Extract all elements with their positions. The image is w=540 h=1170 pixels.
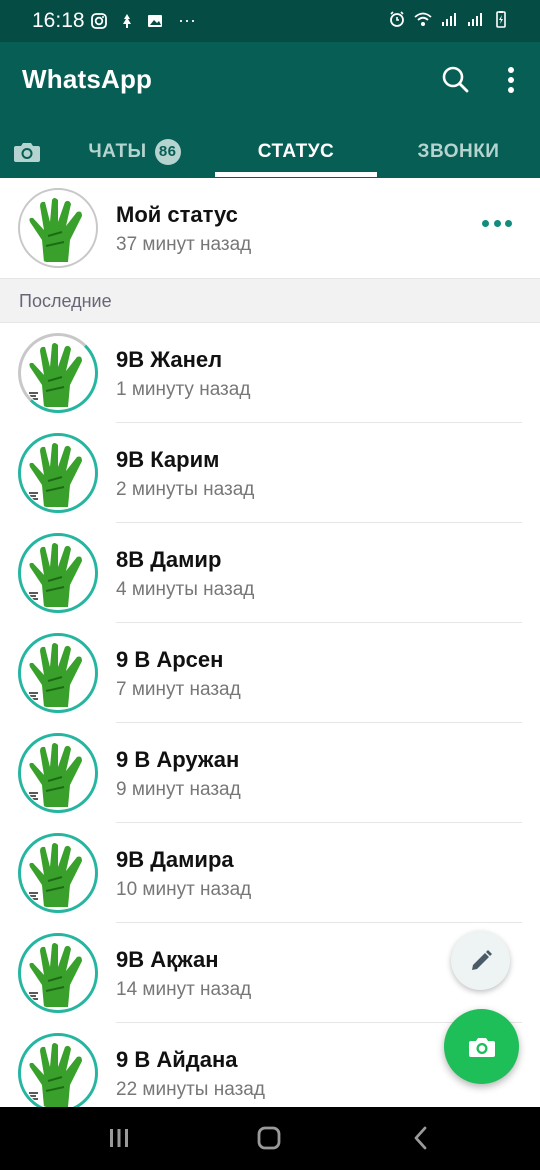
hand-thumbnail-icon xyxy=(22,437,94,509)
status-time: 14 минут назад xyxy=(116,979,252,1000)
battery-icon xyxy=(496,11,506,28)
status-contact-name: 9 В Аружан xyxy=(116,747,240,772)
status-avatar xyxy=(22,837,94,909)
status-ring xyxy=(18,933,98,1013)
app-notification-icon xyxy=(123,13,131,28)
app-header: WhatsApp ЧАТЫ 86 СТАТУС ЗВОНКИ xyxy=(0,42,540,178)
status-contact-name: 8В Дамир xyxy=(116,547,222,572)
status-ring xyxy=(18,333,98,413)
tab-chats-label: ЧАТЫ xyxy=(88,141,147,162)
image-icon xyxy=(148,14,162,27)
camera-icon xyxy=(14,143,40,162)
my-status-ring xyxy=(18,188,98,268)
tab-status[interactable]: СТАТУС xyxy=(215,126,377,178)
tab-chats[interactable]: ЧАТЫ 86 xyxy=(54,126,215,178)
status-ring xyxy=(18,833,98,913)
system-navigation-bar xyxy=(0,1107,540,1170)
back-icon[interactable] xyxy=(406,1123,436,1153)
signal-icon xyxy=(468,13,482,26)
selected-tab-indicator xyxy=(215,172,377,177)
clock: 16:18 xyxy=(32,9,85,32)
status-avatar xyxy=(22,1037,94,1107)
wifi-icon xyxy=(414,12,432,26)
status-ring xyxy=(18,633,98,713)
hand-thumbnail-icon xyxy=(22,337,94,409)
status-row[interactable]: 8В Дамир 4 минуты назад xyxy=(0,523,540,623)
status-contact-name: 9В Ақжан xyxy=(116,947,219,972)
text-status-button[interactable] xyxy=(451,931,510,990)
status-ring xyxy=(18,733,98,813)
status-avatar xyxy=(22,737,94,809)
camera-status-button[interactable] xyxy=(444,1009,519,1084)
hand-thumbnail-icon xyxy=(22,737,94,809)
my-status-name: Мой статус xyxy=(116,202,238,227)
tab-calls-label: ЗВОНКИ xyxy=(417,141,500,162)
status-time: 9 минут назад xyxy=(116,779,241,800)
hand-thumbnail-icon xyxy=(22,937,94,1009)
instagram-icon xyxy=(91,12,107,29)
pencil-icon xyxy=(471,949,492,970)
status-row[interactable]: 9В Дамира 10 минут назад xyxy=(0,823,540,923)
app-title: WhatsApp xyxy=(22,64,153,94)
hand-thumbnail-icon xyxy=(22,537,94,609)
notification-icons: ··· xyxy=(90,10,196,31)
status-time: 10 минут назад xyxy=(116,879,252,900)
signal-icon xyxy=(442,13,456,26)
hand-thumbnail-icon xyxy=(22,637,94,709)
hand-thumbnail-icon xyxy=(22,192,94,264)
status-row[interactable]: 9В Карим 2 минуты назад xyxy=(0,423,540,523)
status-contact-name: 9В Карим xyxy=(116,447,220,472)
hand-thumbnail-icon xyxy=(22,1037,94,1107)
status-time: 22 минуты назад xyxy=(116,1079,265,1100)
status-row[interactable]: 9В Жанел 1 минуту назад xyxy=(0,323,540,423)
more-notifications-indicator: ··· xyxy=(178,10,196,30)
section-label: Последние xyxy=(19,291,112,311)
my-status-time: 37 минут назад xyxy=(116,234,252,255)
status-time: 4 минуты назад xyxy=(116,579,255,600)
tab-bar: ЧАТЫ 86 СТАТУС ЗВОНКИ xyxy=(0,126,540,178)
system-icons xyxy=(388,10,510,28)
status-avatar xyxy=(22,337,94,409)
camera-icon xyxy=(468,1037,495,1057)
status-contact-name: 9 В Айдана xyxy=(116,1047,238,1072)
my-status-more-icon[interactable] xyxy=(482,220,512,234)
status-row[interactable]: 9 В Арсен 7 минут назад xyxy=(0,623,540,723)
status-list: 9В Жанел 1 минуту назад 9В Карим 2 минуты н… xyxy=(0,323,540,1107)
status-ring xyxy=(18,533,98,613)
system-status-bar: 16:18 ··· xyxy=(0,0,540,42)
overflow-menu-icon[interactable] xyxy=(500,64,522,96)
status-ring xyxy=(18,1033,98,1107)
unread-count-badge: 86 xyxy=(154,139,181,165)
tab-camera[interactable] xyxy=(0,126,54,178)
status-time: 7 минут назад xyxy=(116,679,241,700)
alarm-icon xyxy=(390,11,404,27)
status-row[interactable]: 9 В Аружан 9 минут назад xyxy=(0,723,540,823)
status-contact-name: 9В Дамира xyxy=(116,847,234,872)
home-icon[interactable] xyxy=(254,1123,284,1153)
status-ring xyxy=(18,433,98,513)
status-avatar xyxy=(22,437,94,509)
hand-thumbnail-icon xyxy=(22,837,94,909)
status-avatar xyxy=(22,637,94,709)
status-avatar xyxy=(22,937,94,1009)
status-avatar xyxy=(22,537,94,609)
search-icon[interactable] xyxy=(440,64,472,96)
my-status-row[interactable]: Мой статус 37 минут назад xyxy=(0,178,540,278)
section-header-recent: Последние xyxy=(0,278,540,323)
status-contact-name: 9 В Арсен xyxy=(116,647,224,672)
recent-apps-icon[interactable] xyxy=(104,1123,134,1153)
tab-calls[interactable]: ЗВОНКИ xyxy=(377,126,540,178)
status-time: 2 минуты назад xyxy=(116,479,255,500)
status-time: 1 минуту назад xyxy=(116,379,251,400)
status-contact-name: 9В Жанел xyxy=(116,347,223,372)
my-status-avatar xyxy=(22,192,94,264)
tab-status-label: СТАТУС xyxy=(257,141,335,162)
